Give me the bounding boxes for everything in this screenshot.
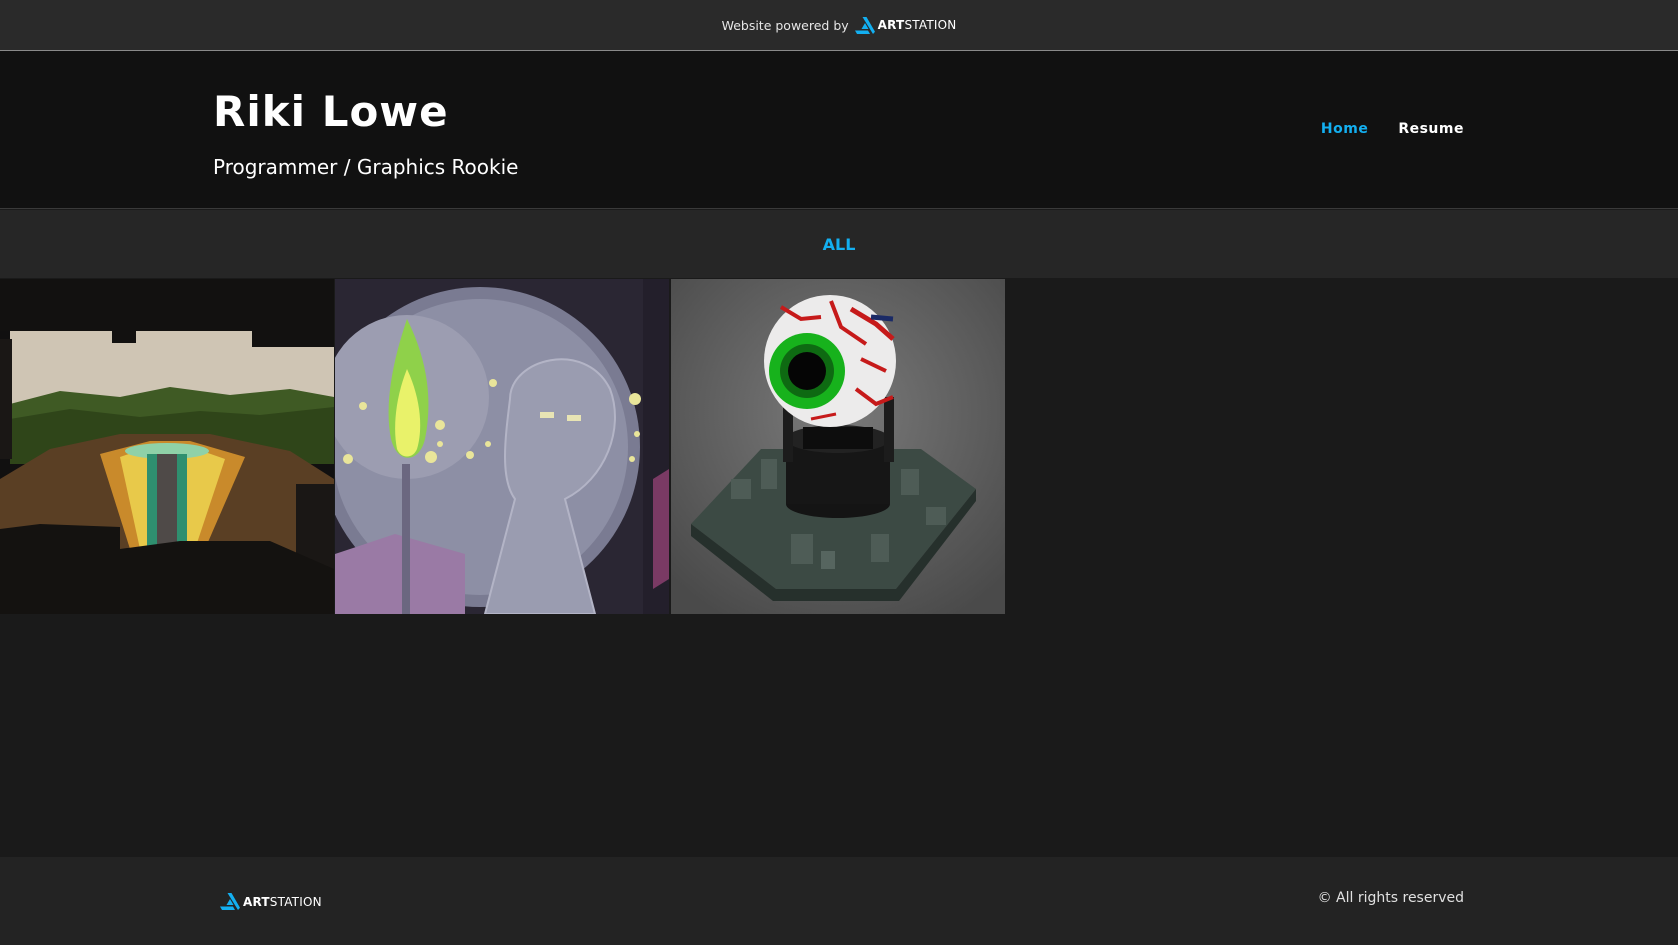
site-subtitle: Programmer / Graphics Rookie — [213, 155, 519, 179]
site-title[interactable]: Riki Lowe — [213, 87, 449, 136]
nav-home[interactable]: Home — [1321, 121, 1368, 137]
artstation-wordmark-bold: ART — [877, 18, 905, 32]
voxel-landscape-thumbnail — [0, 279, 334, 614]
category-filter-bar: ALL — [0, 210, 1678, 278]
gallery-item[interactable] — [671, 279, 1005, 614]
filter-all[interactable]: ALL — [823, 235, 856, 254]
powered-by-text: Website powered by — [721, 17, 849, 33]
nav-resume[interactable]: Resume — [1398, 121, 1464, 137]
copyright-text: © All rights reserved — [1317, 890, 1464, 906]
artstation-logo: ARTSTATION — [854, 16, 957, 34]
powered-by-bar: Website powered by ARTSTATION — [0, 0, 1678, 51]
project-gallery — [0, 279, 1678, 857]
footer-wordmark-light: STATION — [269, 894, 322, 909]
artstation-icon — [854, 16, 875, 34]
site-header: Riki Lowe Programmer / Graphics Rookie H… — [0, 51, 1678, 209]
site-footer: ARTSTATION © All rights reserved — [0, 857, 1678, 945]
footer-wordmark-bold: ART — [243, 894, 270, 909]
artstation-icon — [220, 893, 240, 910]
voxel-eyeball-thumbnail — [671, 279, 1005, 614]
gallery-item[interactable] — [335, 279, 669, 614]
artstation-wordmark-light: STATION — [904, 18, 957, 32]
main-nav: Home Resume — [1321, 121, 1464, 137]
powered-by-link[interactable]: Website powered by ARTSTATION — [721, 16, 957, 34]
gallery-item[interactable] — [0, 279, 334, 614]
pixel-art-ghost-thumbnail — [335, 279, 669, 614]
footer-artstation-link[interactable]: ARTSTATION — [220, 893, 322, 910]
